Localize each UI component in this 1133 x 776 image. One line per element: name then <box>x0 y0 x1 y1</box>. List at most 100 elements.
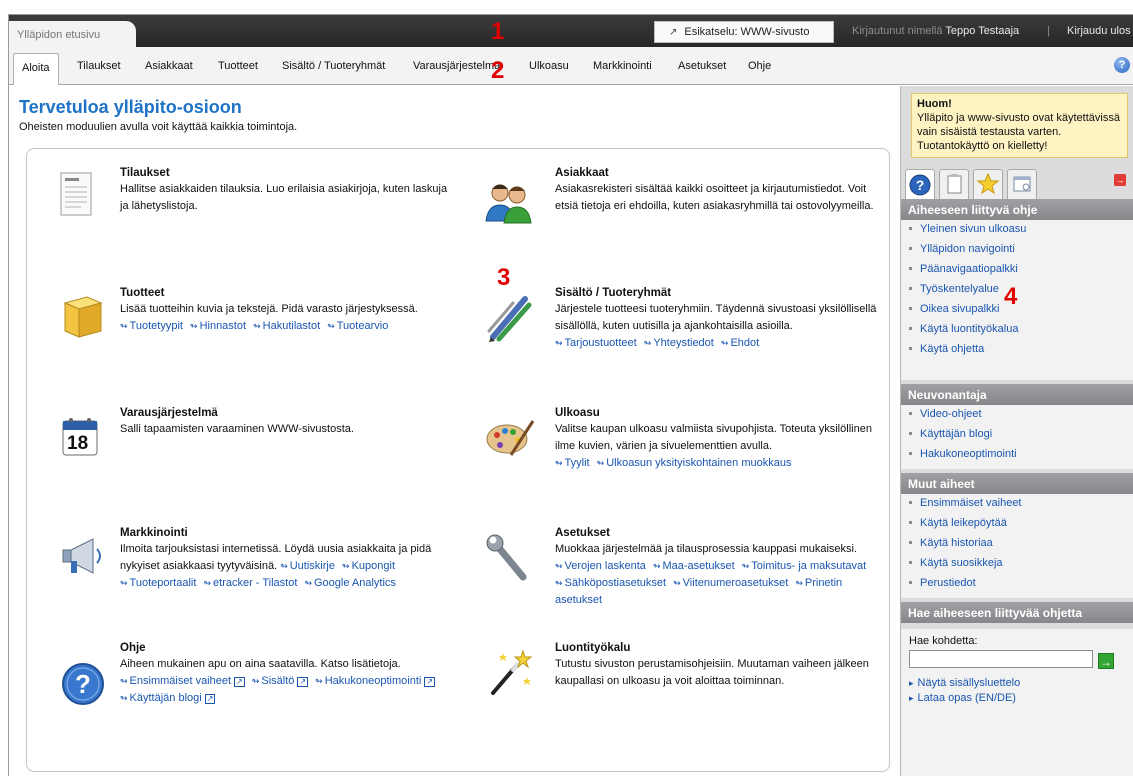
nav-tab-customers[interactable]: Asiakkaat <box>145 60 193 72</box>
nav-tab-products[interactable]: Tuotteet <box>218 60 258 72</box>
box-icon[interactable] <box>57 289 109 341</box>
topic-link-clipboard[interactable]: Käytä leikepöytää <box>901 514 1133 534</box>
link-styles[interactable]: Tyylit <box>555 457 590 469</box>
link-coupons[interactable]: Kupongit <box>342 560 395 572</box>
link-contact-info[interactable]: Yhteystiedot <box>644 337 714 349</box>
preview-website-button[interactable]: ↗ Esikatselu: WWW-sivusto <box>654 21 834 43</box>
nav-tab-settings[interactable]: Asetukset <box>678 60 726 72</box>
help-search-label: Hae kohdetta: <box>909 635 978 647</box>
nav-tab-booking[interactable]: Varausjärjestelmä <box>413 60 500 72</box>
topic-link-history[interactable]: Käytä historiaa <box>901 534 1133 554</box>
module-customers-title[interactable]: Asiakkaat <box>555 167 890 179</box>
download-guide-link[interactable]: Lataa opas (EN/DE) <box>909 691 1127 706</box>
link-offer-products[interactable]: Tarjoustuotteet <box>555 337 637 349</box>
help-icon[interactable]: ? <box>57 657 109 709</box>
annotation-1: 1 <box>491 18 505 45</box>
link-first-steps[interactable]: Ensimmäiset vaiheet <box>120 675 245 687</box>
megaphone-icon[interactable] <box>57 531 109 583</box>
link-terms[interactable]: Ehdot <box>721 337 759 349</box>
logged-in-prefix: Kirjautunut nimellä <box>852 25 943 37</box>
nav-tab-content[interactable]: Sisältö / Tuoteryhmät <box>282 60 385 72</box>
nav-tab-start[interactable]: Aloita <box>13 53 59 85</box>
nav-tab-help[interactable]: Ohje <box>748 60 771 72</box>
help-link-general-layout[interactable]: Yleinen sivun ulkoasu <box>901 220 1133 240</box>
calendar-icon[interactable]: 18 <box>57 411 109 463</box>
link-delivery-payment[interactable]: Toimitus- ja maksutavat <box>742 560 866 572</box>
wrench-icon[interactable] <box>483 533 535 585</box>
module-settings-links: Verojen laskenta Maa-asetukset Toimitus-… <box>555 558 890 609</box>
link-user-blog[interactable]: Käyttäjän blogi <box>120 692 215 704</box>
nav-tab-layout[interactable]: Ulkoasu <box>529 60 569 72</box>
module-marketing: Markkinointi Ilmoita tarjouksistasi inte… <box>120 527 455 592</box>
note-title: Huom! <box>917 98 952 110</box>
document-icon[interactable] <box>51 169 103 221</box>
topic-link-favorites[interactable]: Käytä suosikkeja <box>901 554 1133 574</box>
link-price-lists[interactable]: Hinnastot <box>190 320 246 332</box>
home-tab[interactable]: Ylläpidon etusivu <box>9 21 136 47</box>
search-go-icon[interactable]: → <box>1098 653 1114 669</box>
help-icon[interactable]: ? <box>905 169 935 199</box>
module-content-desc: Järjestele tuotteesi tuoteryhmiin. Täyde… <box>555 303 877 332</box>
link-contents[interactable]: Sisältö <box>252 675 308 687</box>
link-reference-number-settings[interactable]: Viitenumeroasetukset <box>673 577 788 589</box>
topic-link-basic-info[interactable]: Perustiedot <box>901 574 1133 594</box>
window-icon[interactable] <box>1007 169 1037 199</box>
module-help-title[interactable]: Ohje <box>120 642 455 654</box>
notepad-icon[interactable] <box>939 169 969 199</box>
module-layout-desc: Valitse kaupan ulkoasu valmiista sivupoh… <box>555 423 872 452</box>
link-seo[interactable]: Hakukoneoptimointi <box>315 675 435 687</box>
logout-link[interactable]: Kirjaudu ulos <box>1067 25 1131 37</box>
page-title: Tervetuloa ylläpito-osioon <box>19 97 242 117</box>
module-settings-title[interactable]: Asetukset <box>555 527 890 539</box>
help-link-main-nav-bar[interactable]: Päänavigaatiopalkki <box>901 260 1133 280</box>
other-topics-list: Ensimmäiset vaiheet Käytä leikepöytää Kä… <box>901 494 1133 598</box>
advisor-link-user-blog[interactable]: Käyttäjän blogi <box>901 425 1133 445</box>
advisor-list: Video-ohjeet Käyttäjän blogi Hakukoneopt… <box>901 405 1133 469</box>
module-wizard-title[interactable]: Luontityökalu <box>555 642 890 654</box>
module-layout-title[interactable]: Ulkoasu <box>555 407 890 419</box>
users-icon[interactable] <box>482 177 534 229</box>
nav-tab-marketing[interactable]: Markkinointi <box>593 60 652 72</box>
topic-link-first-steps[interactable]: Ensimmäiset vaiheet <box>901 494 1133 514</box>
module-booking-title[interactable]: Varausjärjestelmä <box>120 407 455 419</box>
close-sidebar-icon[interactable]: → <box>1114 174 1126 186</box>
help-link-use-wizard[interactable]: Käytä luontityökalua <box>901 320 1133 340</box>
magic-wand-icon[interactable] <box>483 647 535 699</box>
main-navigation: Aloita Tilaukset Asiakkaat Tuotteet Sisä… <box>9 47 1133 85</box>
sidebar-tabs: ? <box>905 169 1131 199</box>
link-product-portals[interactable]: Tuoteportaalit <box>120 577 196 589</box>
link-country-settings[interactable]: Maa-asetukset <box>653 560 735 572</box>
link-product-types[interactable]: Tuotetyypit <box>120 320 183 332</box>
module-marketing-title[interactable]: Markkinointi <box>120 527 455 539</box>
advisor-link-seo[interactable]: Hakukoneoptimointi <box>901 445 1133 465</box>
link-email-settings[interactable]: Sähköpostiasetukset <box>555 577 666 589</box>
module-products-links: Tuotetyypit Hinnastot Hakutilastot Tuote… <box>120 318 455 335</box>
advisor-link-videos[interactable]: Video-ohjeet <box>901 405 1133 425</box>
link-etracker-stats[interactable]: etracker - Tilastot <box>203 577 297 589</box>
module-orders-title[interactable]: Tilaukset <box>120 167 455 179</box>
annotation-4: 4 <box>1004 283 1018 310</box>
link-tax-calculation[interactable]: Verojen laskenta <box>555 560 646 572</box>
help-icon[interactable]: ? <box>1114 57 1130 73</box>
svg-text:?: ? <box>916 177 925 193</box>
module-orders: Tilaukset Hallitse asiakkaiden tilauksia… <box>120 167 455 215</box>
pens-icon[interactable] <box>483 291 535 343</box>
module-content-title[interactable]: Sisältö / Tuoteryhmät <box>555 287 890 299</box>
link-detailed-layout-edit[interactable]: Ulkoasun yksityiskohtainen muokkaus <box>597 457 792 469</box>
help-link-admin-navigation[interactable]: Ylläpidon navigointi <box>901 240 1133 260</box>
help-link-use-help[interactable]: Käytä ohjetta <box>901 340 1133 360</box>
module-products: Tuotteet Lisää tuotteihin kuvia ja tekst… <box>120 287 455 335</box>
link-newsletter[interactable]: Uutiskirje <box>280 560 335 572</box>
link-google-analytics[interactable]: Google Analytics <box>304 577 395 589</box>
help-search-input[interactable] <box>909 650 1093 668</box>
star-icon[interactable] <box>973 169 1003 199</box>
calendar-day: 18 <box>67 433 89 454</box>
show-toc-link[interactable]: Näytä sisällysluettelo <box>909 676 1127 691</box>
module-products-title[interactable]: Tuotteet <box>120 287 455 299</box>
link-search-stats[interactable]: Hakutilastot <box>253 320 320 332</box>
palette-icon[interactable] <box>483 411 535 463</box>
nav-tab-orders[interactable]: Tilaukset <box>77 60 121 72</box>
link-product-review[interactable]: Tuotearvio <box>327 320 388 332</box>
note-text: Ylläpito ja www-sivusto ovat käytettävis… <box>917 112 1120 152</box>
module-layout-links: Tyylit Ulkoasun yksityiskohtainen muokka… <box>555 455 890 472</box>
